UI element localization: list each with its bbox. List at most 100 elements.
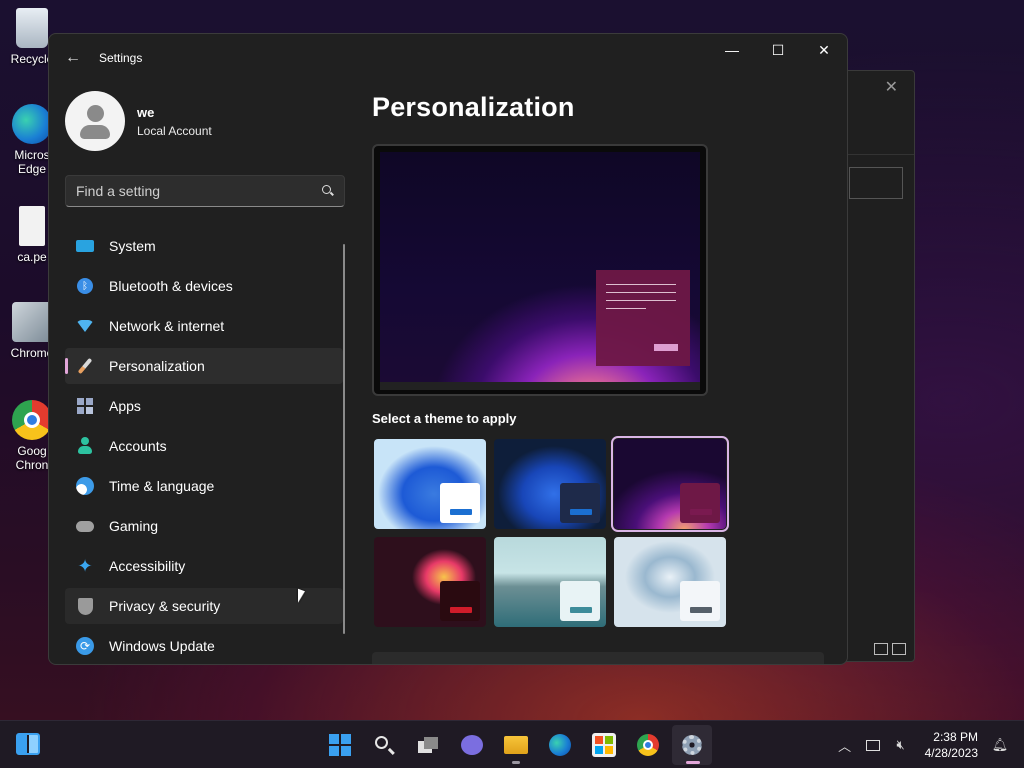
- volume-muted-icon[interactable]: 🔇︎: [889, 733, 913, 757]
- sidebar-item-label: Accessibility: [109, 558, 186, 574]
- view-toggle: [874, 643, 906, 655]
- notification-icon[interactable]: 🔔︎: [988, 733, 1012, 757]
- network-icon[interactable]: [861, 733, 885, 757]
- wifi-icon: [75, 316, 95, 336]
- store-button[interactable]: [584, 725, 624, 765]
- theme-sunrise[interactable]: [494, 537, 606, 627]
- sidebar-item-label: System: [109, 238, 156, 254]
- taskbar-apps: [320, 725, 712, 765]
- nav-scrollbar[interactable]: [343, 244, 345, 634]
- gamepad-icon: [75, 516, 95, 536]
- search-icon[interactable]: [322, 185, 334, 197]
- profile-account-type: Local Account: [137, 123, 212, 138]
- profile-name: we: [137, 104, 155, 120]
- close-icon[interactable]: ✕: [885, 77, 898, 97]
- search-icon: [374, 735, 395, 755]
- theme-grid: [374, 436, 729, 627]
- settings-window: ← Settings — ☐ ✕ we Local Account System…: [48, 33, 848, 665]
- theme-preview: [372, 144, 708, 396]
- minimize-icon: —: [725, 42, 739, 58]
- avatar: [65, 91, 125, 151]
- chat-button[interactable]: [452, 725, 492, 765]
- brush-icon: [75, 356, 95, 376]
- task-view-button[interactable]: [408, 725, 448, 765]
- window-controls: — ☐ ✕: [709, 34, 847, 66]
- settings-card-partial[interactable]: [372, 652, 824, 664]
- theme-flow[interactable]: [614, 537, 726, 627]
- system-icon: [75, 236, 95, 256]
- settings-icon: [682, 735, 702, 755]
- maximize-icon: ☐: [771, 41, 785, 58]
- page-title: Personalization: [372, 92, 575, 122]
- task-view-icon: [418, 737, 438, 753]
- installer-icon: [12, 302, 52, 342]
- mouse-cursor: [298, 588, 305, 606]
- search-box[interactable]: [65, 175, 345, 207]
- widgets-button[interactable]: [16, 733, 40, 757]
- edge-icon: [549, 734, 571, 756]
- sidebar-item-label: Network & internet: [109, 318, 225, 334]
- sidebar-item-bluetooth[interactable]: ᛒ Bluetooth & devices: [65, 268, 343, 304]
- sidebar-item-gaming[interactable]: Gaming: [65, 508, 343, 544]
- sidebar-item-time-language[interactable]: Time & language: [65, 468, 343, 504]
- sidebar-item-label: Privacy & security: [109, 598, 221, 614]
- preview-window-sample: [596, 270, 690, 366]
- file-explorer-button[interactable]: [496, 725, 536, 765]
- recycle-bin-icon: [16, 8, 48, 48]
- back-arrow-icon: ←: [65, 49, 81, 66]
- sidebar-item-system[interactable]: System: [65, 228, 343, 264]
- taskbar: ︿ 🔇︎ 2:38 PM 4/28/2023 🔔︎: [0, 720, 1024, 768]
- sidebar-item-personalization[interactable]: Personalization: [65, 348, 343, 384]
- sidebar-item-label: Personalization: [109, 358, 205, 374]
- chevron-up-icon[interactable]: ︿: [833, 733, 857, 757]
- taskbar-search-button[interactable]: [364, 725, 404, 765]
- start-icon: [329, 734, 351, 756]
- title-bar: ← Settings — ☐ ✕: [49, 34, 847, 82]
- start-button[interactable]: [320, 725, 360, 765]
- store-icon: [592, 733, 616, 757]
- apps-icon: [75, 396, 95, 416]
- sidebar-item-label: Windows Update: [109, 638, 215, 654]
- sidebar-item-label: Gaming: [109, 518, 159, 534]
- minimize-button[interactable]: —: [709, 34, 755, 66]
- close-icon: ✕: [818, 41, 830, 58]
- theme-glow[interactable]: [611, 436, 729, 532]
- search-input[interactable]: [76, 183, 322, 199]
- person-icon: [75, 436, 95, 456]
- file-icon: [19, 206, 45, 246]
- running-indicator: [686, 761, 700, 764]
- clock-time: 2:38 PM: [933, 730, 978, 744]
- chrome-icon: [12, 400, 52, 440]
- tiles-view-icon[interactable]: [892, 643, 906, 655]
- theme-windows-light[interactable]: [374, 439, 486, 529]
- background-window-field[interactable]: [849, 167, 903, 199]
- update-icon: ⟳: [75, 636, 95, 656]
- system-tray: ︿ 🔇︎ 2:38 PM 4/28/2023 🔔︎: [833, 721, 1024, 768]
- sidebar-item-label: Time & language: [109, 478, 215, 494]
- close-button[interactable]: ✕: [801, 34, 847, 66]
- theme-captured-motion[interactable]: [374, 537, 486, 627]
- running-indicator: [512, 761, 520, 764]
- edge-button[interactable]: [540, 725, 580, 765]
- maximize-button[interactable]: ☐: [755, 34, 801, 66]
- theme-windows-dark[interactable]: [494, 439, 606, 529]
- chrome-icon: [637, 734, 659, 756]
- clock[interactable]: 2:38 PM 4/28/2023: [925, 729, 978, 761]
- user-profile[interactable]: we Local Account: [65, 91, 212, 151]
- sidebar-item-accessibility[interactable]: ✦ Accessibility: [65, 548, 343, 584]
- shield-icon: [75, 596, 95, 616]
- preview-taskbar: [380, 382, 700, 390]
- chrome-button[interactable]: [628, 725, 668, 765]
- chat-icon: [461, 735, 483, 755]
- clock-date: 4/28/2023: [924, 746, 978, 760]
- settings-button[interactable]: [672, 725, 712, 765]
- sidebar-item-apps[interactable]: Apps: [65, 388, 343, 424]
- details-view-icon[interactable]: [874, 643, 888, 655]
- sidebar-item-accounts[interactable]: Accounts: [65, 428, 343, 464]
- sidebar-item-network[interactable]: Network & internet: [65, 308, 343, 344]
- edge-icon: [12, 104, 52, 144]
- sidebar-item-windows-update[interactable]: ⟳ Windows Update: [65, 628, 343, 664]
- bluetooth-icon: ᛒ: [75, 276, 95, 296]
- back-button[interactable]: ←: [63, 48, 83, 68]
- sidebar-item-label: Bluetooth & devices: [109, 278, 233, 294]
